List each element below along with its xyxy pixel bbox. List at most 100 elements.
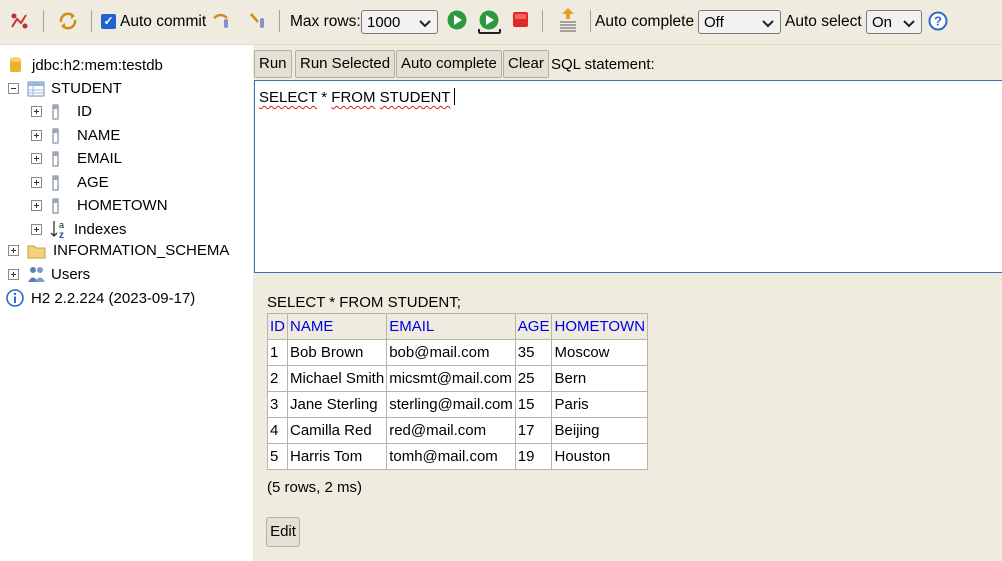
- sql-editor[interactable]: SELECT * FROM STUDENT: [254, 80, 1002, 273]
- table-cell: Michael Smith: [286, 365, 388, 392]
- expand-icon[interactable]: [8, 245, 19, 256]
- sql-table-name: STUDENT: [379, 89, 451, 106]
- tree-indexes[interactable]: a z Indexes: [31, 219, 127, 239]
- row-count: (5 rows, 2 ms): [267, 479, 363, 496]
- table-cell: Beijing: [551, 417, 649, 444]
- tree-column[interactable]: EMAIL: [31, 150, 122, 167]
- tree-table-student[interactable]: STUDENT: [8, 80, 122, 97]
- table-cell: 15: [514, 391, 553, 418]
- column-label: EMAIL: [77, 150, 123, 167]
- sql-keyword: FROM: [331, 89, 376, 106]
- table-row: 2 Michael Smith micsmt@mail.com 25 Bern: [267, 365, 649, 392]
- clear-button[interactable]: Clear: [503, 50, 549, 78]
- table-cell: red@mail.com: [386, 417, 516, 444]
- table-cell: Houston: [551, 443, 649, 470]
- column-icon: [52, 104, 59, 119]
- tree-column[interactable]: NAME: [31, 127, 120, 144]
- tree-column[interactable]: AGE: [31, 174, 109, 191]
- auto-complete-button[interactable]: Auto complete: [396, 50, 502, 78]
- result-query: SELECT * FROM STUDENT;: [267, 294, 461, 311]
- tree-version: H2 2.2.224 (2023-09-17): [6, 289, 195, 307]
- indexes-label: Indexes: [74, 220, 127, 238]
- auto-commit-checkbox[interactable]: ✓: [101, 14, 116, 29]
- column-header-hometown[interactable]: HOMETOWN: [551, 313, 649, 340]
- max-rows-select[interactable]: 1000: [361, 10, 438, 34]
- table-cell: 5: [267, 443, 288, 470]
- result-table: ID NAME EMAIL AGE HOMETOWN 1 Bob Brown b…: [267, 313, 649, 470]
- expand-icon[interactable]: [8, 268, 19, 280]
- column-header-email[interactable]: EMAIL: [386, 313, 516, 340]
- table-cell: tomh@mail.com: [386, 443, 516, 470]
- chevron-down-icon: [903, 20, 915, 28]
- auto-select-select[interactable]: On: [866, 10, 922, 34]
- auto-complete-select[interactable]: Off: [698, 10, 781, 34]
- auto-commit-label: Auto commit: [120, 13, 207, 30]
- commit-icon[interactable]: [248, 10, 270, 32]
- column-label: NAME: [77, 127, 121, 144]
- table-cell: sterling@mail.com: [386, 391, 516, 418]
- info-icon: [6, 289, 24, 307]
- stop-icon[interactable]: [512, 11, 530, 29]
- auto-complete-label: Auto complete: [595, 13, 695, 30]
- sort-index-icon: a z: [50, 220, 64, 239]
- max-rows-label: Max rows:: [290, 13, 361, 30]
- table-cell: 25: [514, 365, 553, 392]
- run-icon[interactable]: [446, 9, 468, 31]
- table-cell: 35: [514, 339, 553, 366]
- chevron-down-icon: [419, 20, 431, 28]
- table-cell: 3: [267, 391, 288, 418]
- column-header-id[interactable]: ID: [267, 313, 288, 340]
- rollback-icon[interactable]: [211, 10, 233, 32]
- max-rows-value: 1000: [367, 13, 401, 31]
- sql-statement-label: SQL statement:: [551, 56, 655, 73]
- version-label: H2 2.2.224 (2023-09-17): [31, 289, 196, 307]
- table-cell: Bob Brown: [286, 339, 388, 366]
- edit-button[interactable]: Edit: [266, 517, 300, 547]
- column-header-age[interactable]: AGE: [514, 313, 553, 340]
- column-label: HOMETOWN: [77, 197, 168, 214]
- column-header-name[interactable]: NAME: [286, 313, 388, 340]
- table-row: 1 Bob Brown bob@mail.com 35 Moscow: [267, 339, 649, 366]
- run-button[interactable]: Run: [254, 50, 292, 78]
- expand-icon[interactable]: [31, 130, 42, 141]
- schema-tree: jdbc:h2:mem:testdb STUDENT ID NAME EMAIL…: [0, 45, 252, 561]
- table-cell: 19: [514, 443, 553, 470]
- sql-keyword: SELECT: [259, 89, 318, 106]
- tree-column[interactable]: ID: [31, 103, 92, 120]
- column-label: AGE: [77, 174, 109, 191]
- main-toolbar: ✓ Auto commit Max rows: 1000 Auto comple…: [0, 0, 1002, 45]
- svg-text:?: ?: [934, 14, 942, 29]
- tree-connection[interactable]: jdbc:h2:mem:testdb: [9, 56, 163, 74]
- table-cell: Bern: [551, 365, 649, 392]
- refresh-icon[interactable]: [57, 10, 79, 32]
- tree-schema[interactable]: INFORMATION_SCHEMA: [8, 242, 229, 259]
- table-icon: [27, 81, 45, 96]
- history-icon[interactable]: [557, 6, 579, 34]
- table-cell: bob@mail.com: [386, 339, 516, 366]
- folder-icon: [27, 245, 46, 258]
- table-cell: Moscow: [551, 339, 649, 366]
- collapse-icon[interactable]: [8, 83, 19, 94]
- tree-column[interactable]: HOMETOWN: [31, 197, 168, 214]
- table-label: STUDENT: [51, 80, 122, 97]
- database-icon: [10, 57, 21, 72]
- expand-icon[interactable]: [31, 223, 42, 235]
- run-selected-button[interactable]: Run Selected: [295, 50, 396, 78]
- tree-users[interactable]: Users: [8, 265, 90, 283]
- run-selected-icon[interactable]: [478, 9, 502, 35]
- expand-icon[interactable]: [31, 106, 42, 117]
- expand-icon[interactable]: [31, 200, 42, 211]
- table-cell: 2: [267, 365, 288, 392]
- column-icon: [52, 128, 59, 143]
- connection-label: jdbc:h2:mem:testdb: [32, 56, 163, 74]
- svg-text:a: a: [59, 220, 64, 230]
- users-label: Users: [51, 265, 91, 283]
- table-cell: Harris Tom: [286, 443, 388, 470]
- table-cell: Jane Sterling: [286, 391, 388, 418]
- expand-icon[interactable]: [31, 177, 42, 188]
- expand-icon[interactable]: [31, 153, 42, 164]
- disconnect-icon[interactable]: [9, 11, 31, 31]
- help-icon[interactable]: ?: [928, 11, 948, 31]
- auto-select-label: Auto select: [785, 13, 862, 30]
- users-icon: [28, 267, 45, 282]
